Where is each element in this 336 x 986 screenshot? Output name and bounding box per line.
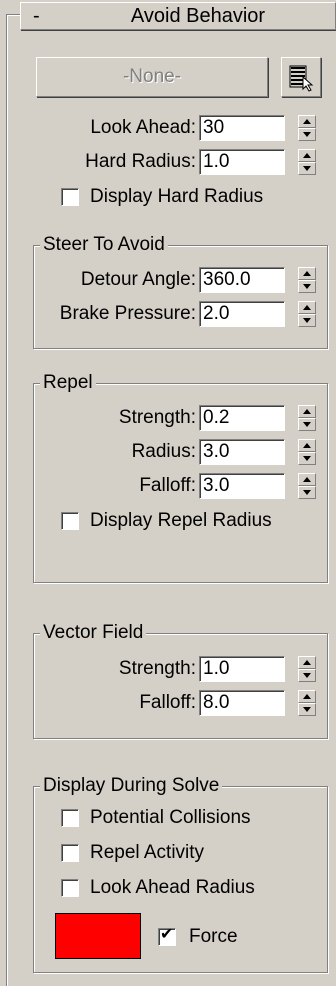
repel-title: Repel bbox=[40, 372, 96, 394]
display-during-solve-title: Display During Solve bbox=[40, 775, 223, 797]
spinner-up-arrow[interactable] bbox=[298, 473, 316, 486]
spinner-down-arrow[interactable] bbox=[298, 162, 316, 175]
spinner-down-arrow[interactable] bbox=[298, 314, 316, 327]
vector-field-strength-label: Strength: bbox=[118, 658, 196, 679]
spinner-down-arrow[interactable] bbox=[298, 452, 316, 465]
look-ahead-radius-checkbox[interactable] bbox=[61, 879, 79, 897]
pick-object-button[interactable]: -None- bbox=[36, 57, 268, 97]
vector-field-falloff-label: Falloff: bbox=[139, 692, 196, 713]
potential-collisions-checkbox[interactable] bbox=[61, 809, 79, 827]
spinner-up-arrow[interactable] bbox=[298, 301, 316, 314]
spinner-up-arrow[interactable] bbox=[298, 405, 316, 418]
detour-angle-field[interactable]: 360.0 bbox=[199, 267, 285, 293]
spinner-down-arrow[interactable] bbox=[298, 486, 316, 499]
spinner-down-arrow[interactable] bbox=[298, 128, 316, 141]
hard-radius-label: Hard Radius: bbox=[85, 151, 196, 172]
spinner-down-arrow[interactable] bbox=[298, 280, 316, 293]
spinner-down-arrow[interactable] bbox=[298, 703, 316, 716]
detour-angle-label: Detour Angle: bbox=[80, 269, 196, 290]
spinner-up-arrow[interactable] bbox=[298, 690, 316, 703]
look-ahead-field[interactable]: 30 bbox=[199, 115, 285, 141]
display-repel-radius-checkbox[interactable] bbox=[61, 512, 79, 530]
display-hard-radius-label: Display Hard Radius bbox=[90, 186, 264, 207]
steer-to-avoid-title: Steer To Avoid bbox=[40, 234, 168, 256]
brake-pressure-label: Brake Pressure: bbox=[59, 303, 196, 324]
look-ahead-radius-label: Look Ahead Radius bbox=[90, 877, 255, 898]
vector-field-title: Vector Field bbox=[40, 622, 147, 644]
repel-strength-spinner[interactable] bbox=[298, 405, 316, 431]
vector-field-falloff-field[interactable]: 8.0 bbox=[199, 690, 285, 716]
hard-radius-spinner[interactable] bbox=[298, 149, 316, 175]
spinner-up-arrow[interactable] bbox=[298, 439, 316, 452]
vector-field-strength-spinner[interactable] bbox=[298, 656, 316, 682]
spinner-up-arrow[interactable] bbox=[298, 149, 316, 162]
repel-radius-field[interactable]: 3.0 bbox=[199, 439, 285, 465]
brake-pressure-spinner[interactable] bbox=[298, 301, 316, 327]
list-select-icon bbox=[289, 65, 314, 92]
rollout-header[interactable]: - Avoid Behavior bbox=[20, 2, 336, 30]
spinner-up-arrow[interactable] bbox=[298, 267, 316, 280]
repel-strength-field[interactable]: 0.2 bbox=[199, 405, 285, 431]
avoid-behavior-panel: - Avoid Behavior -None- Look Ahead: 30 H… bbox=[0, 0, 336, 986]
repel-falloff-spinner[interactable] bbox=[298, 473, 316, 499]
brake-pressure-field[interactable]: 2.0 bbox=[199, 301, 285, 327]
vector-field-falloff-spinner[interactable] bbox=[298, 690, 316, 716]
steer-to-avoid-group bbox=[33, 245, 328, 349]
spinner-down-arrow[interactable] bbox=[298, 669, 316, 682]
display-repel-radius-label: Display Repel Radius bbox=[90, 510, 272, 531]
look-ahead-spinner[interactable] bbox=[298, 115, 316, 141]
repel-radius-label: Radius: bbox=[131, 441, 196, 462]
repel-falloff-field[interactable]: 3.0 bbox=[199, 473, 285, 499]
select-by-list-button[interactable] bbox=[281, 57, 321, 97]
repel-strength-label: Strength: bbox=[118, 407, 196, 428]
repel-falloff-label: Falloff: bbox=[139, 475, 196, 496]
look-ahead-label: Look Ahead: bbox=[90, 117, 196, 138]
repel-activity-label: Repel Activity bbox=[90, 842, 205, 863]
potential-collisions-label: Potential Collisions bbox=[90, 807, 251, 828]
vector-field-strength-field[interactable]: 1.0 bbox=[199, 656, 285, 682]
force-checkbox[interactable] bbox=[158, 925, 176, 946]
hard-radius-field[interactable]: 1.0 bbox=[199, 149, 285, 175]
rollout-title: Avoid Behavior bbox=[130, 5, 266, 27]
force-label: Force bbox=[189, 926, 238, 947]
display-hard-radius-checkbox[interactable] bbox=[61, 188, 79, 206]
repel-activity-checkbox[interactable] bbox=[61, 844, 79, 862]
detour-angle-spinner[interactable] bbox=[298, 267, 316, 293]
spinner-up-arrow[interactable] bbox=[298, 115, 316, 128]
repel-radius-spinner[interactable] bbox=[298, 439, 316, 465]
spinner-down-arrow[interactable] bbox=[298, 418, 316, 431]
vector-field-group bbox=[33, 633, 328, 739]
spinner-up-arrow[interactable] bbox=[298, 656, 316, 669]
force-color-swatch[interactable] bbox=[55, 913, 141, 959]
